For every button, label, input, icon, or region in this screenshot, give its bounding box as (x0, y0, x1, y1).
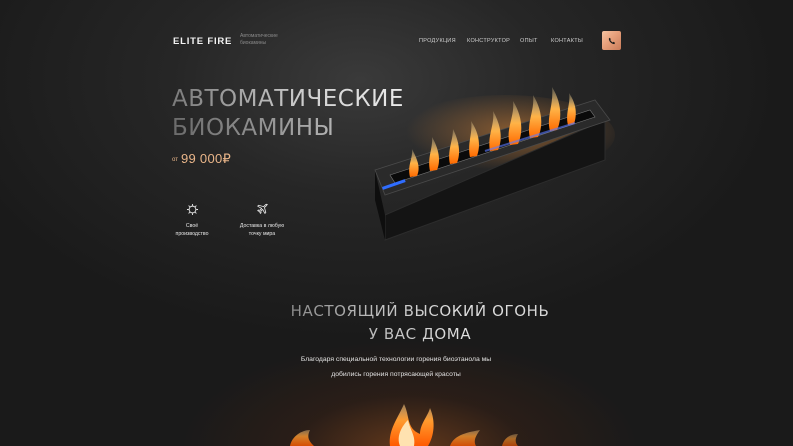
phone-icon (608, 37, 615, 44)
section-description-line2: добились горения потрясающей красоты (331, 370, 461, 378)
section-title: НАСТОЯЩИЙ ВЫСОКИЙ ОГОНЬ У ВАС ДОМА (200, 300, 640, 346)
feature-delivery-line1: Доставка в любую (239, 223, 285, 229)
section-description-line1: Благодаря специальной технологии горения… (300, 356, 492, 363)
section-description: Благодаря специальной технологии горения… (250, 353, 542, 382)
price-prefix: от (172, 157, 178, 163)
feature-delivery: Доставка в любую точку мира (232, 203, 292, 238)
nav-constructor[interactable]: КОНСТРУКТОР (467, 38, 510, 44)
nav-contacts[interactable]: КОНТАКТЫ (551, 38, 583, 44)
site-header: ELITE FIRE Автоматические биокамины ПРОД… (0, 0, 793, 80)
feature-delivery-line2: точку мира (248, 231, 276, 237)
nav-experience[interactable]: ОПЫТ (520, 38, 538, 44)
section-title-line2: У ВАС ДОМА (200, 323, 640, 346)
nav-products[interactable]: ПРОДУКЦИЯ (419, 38, 456, 44)
gear-icon (186, 203, 198, 216)
call-button[interactable] (602, 31, 621, 50)
airplane-icon (256, 203, 268, 214)
fireplace-burner-image (374, 87, 615, 241)
logo-tagline: Автоматические биокамины (240, 33, 278, 46)
fire-image (290, 404, 518, 446)
feature-production-line2: производство (175, 231, 209, 237)
feature-production: Своё производство (162, 203, 222, 238)
price-value: 99 000₽ (180, 151, 232, 166)
price: от 99 000₽ (172, 150, 231, 168)
section-title-line1: НАСТОЯЩИЙ ВЫСОКИЙ ОГОНЬ (200, 300, 640, 323)
feature-production-line1: Своё (185, 223, 199, 229)
logo[interactable]: ELITE FIRE (173, 36, 232, 47)
